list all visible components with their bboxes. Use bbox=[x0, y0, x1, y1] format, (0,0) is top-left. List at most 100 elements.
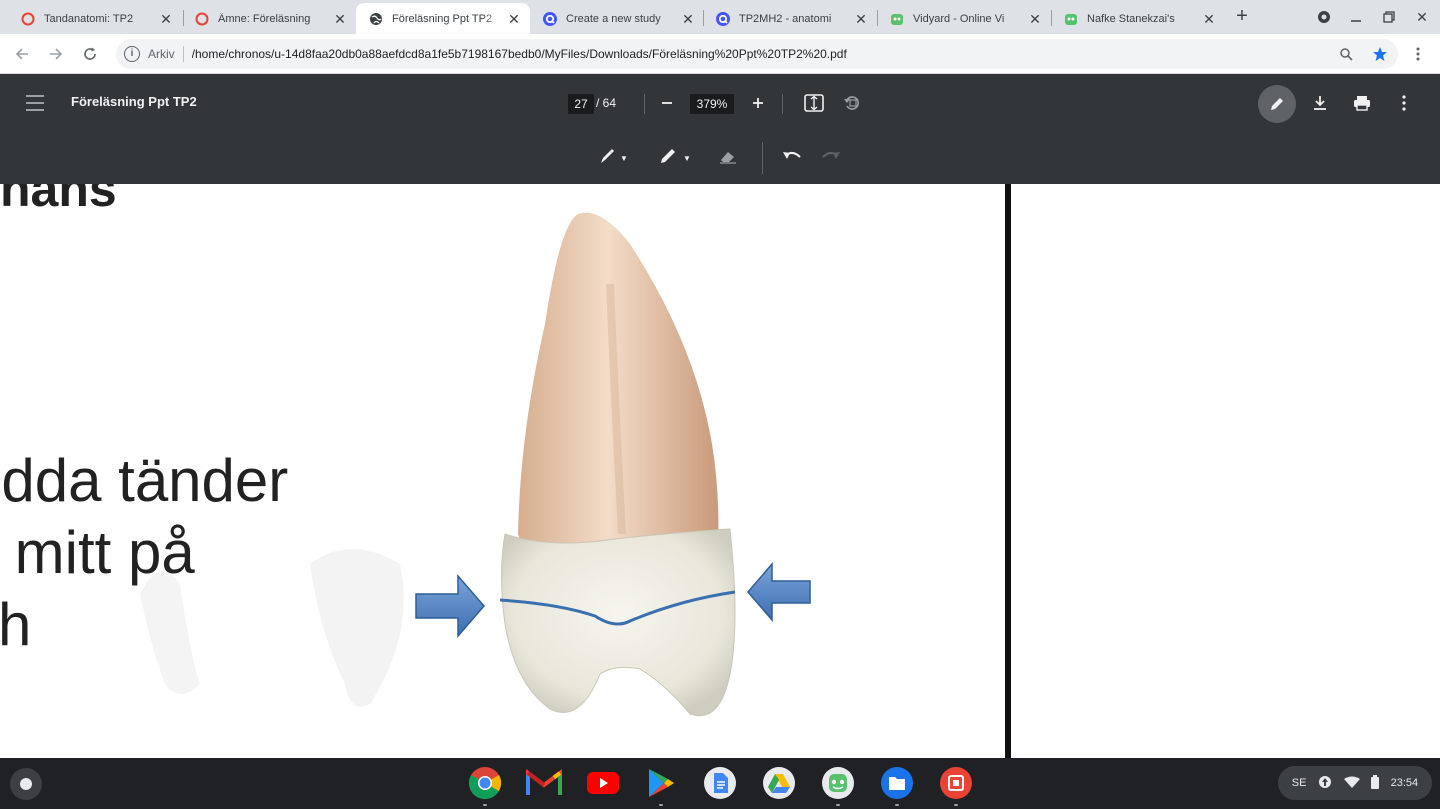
slide-text-line: ch bbox=[0, 591, 32, 658]
running-indicator bbox=[836, 804, 840, 806]
minimize-button[interactable] bbox=[1345, 6, 1367, 28]
print-icon[interactable] bbox=[1351, 92, 1373, 114]
file-scheme-chip: Arkiv bbox=[148, 47, 175, 61]
close-tab-icon[interactable]: ✕ bbox=[853, 11, 869, 27]
tab-title: Create a new study bbox=[566, 12, 661, 25]
zoom-in-button[interactable] bbox=[747, 92, 769, 114]
close-tab-icon[interactable]: ✕ bbox=[1201, 11, 1217, 27]
tab-tp2mh2-anatomi[interactable]: TP2MH2 - anatomi ✕ bbox=[703, 3, 877, 34]
browser-toolbar: i Arkiv /home/chronos/u-14d8faa20db0a88a… bbox=[0, 34, 1440, 74]
running-indicator bbox=[659, 804, 663, 806]
pdf-page: hans edda tänder s mitt på ch bbox=[0, 184, 1005, 758]
tab-strip: Tandanatomi: TP2 ✕ Ämne: Föreläsning ✕ F… bbox=[0, 0, 1440, 34]
zoom-out-button[interactable] bbox=[656, 92, 678, 114]
close-tab-icon[interactable]: ✕ bbox=[506, 11, 522, 27]
launcher-button[interactable] bbox=[10, 768, 42, 800]
download-icon[interactable] bbox=[1309, 92, 1331, 114]
tab-create-study-set[interactable]: Create a new study ✕ bbox=[530, 3, 704, 34]
eraser-icon bbox=[718, 147, 738, 170]
keyboard-locale: SE bbox=[1291, 777, 1307, 789]
gmail-icon[interactable] bbox=[525, 764, 563, 802]
files-icon[interactable] bbox=[878, 764, 916, 806]
back-button[interactable] bbox=[10, 42, 34, 66]
undo-button[interactable] bbox=[781, 146, 803, 170]
tab-title: Nafke Stanekzai's bbox=[1087, 12, 1175, 25]
clock: 23:54 bbox=[1390, 777, 1419, 789]
page-total: / 64 bbox=[596, 96, 617, 110]
screen-capture-icon[interactable] bbox=[937, 764, 975, 806]
reload-button[interactable] bbox=[78, 42, 102, 66]
more-options-icon[interactable] bbox=[1393, 92, 1415, 114]
address-bar[interactable]: i Arkiv /home/chronos/u-14d8faa20db0a88a… bbox=[116, 39, 1398, 69]
arrow-right-icon bbox=[415, 573, 485, 639]
network-status-icon bbox=[1318, 775, 1332, 792]
arrow-left-icon bbox=[747, 561, 811, 623]
search-icon[interactable] bbox=[1334, 42, 1358, 66]
close-tab-icon[interactable]: ✕ bbox=[158, 11, 174, 27]
tab-title: Tandanatomi: TP2 bbox=[44, 12, 134, 25]
running-indicator bbox=[483, 804, 487, 806]
omnibox-divider bbox=[182, 46, 184, 62]
slide-heading: hans bbox=[0, 184, 117, 217]
play-store-icon[interactable] bbox=[642, 764, 680, 806]
url-text[interactable]: /home/chronos/u-14d8faa20db0a88aefdcd8a1… bbox=[192, 47, 1334, 61]
globe-icon bbox=[368, 11, 384, 27]
zoom-input[interactable]: 379% bbox=[690, 94, 734, 114]
chrome-icon[interactable] bbox=[466, 764, 504, 806]
record-indicator-icon[interactable] bbox=[1313, 6, 1335, 28]
pdf-title: Föreläsning Ppt TP2 bbox=[71, 94, 197, 109]
annotation-toolbar: ▼ ▼ bbox=[0, 132, 1440, 184]
toolbar-divider bbox=[644, 94, 645, 114]
forward-button[interactable] bbox=[44, 42, 68, 66]
tab-forelasning-ppt[interactable]: Föreläsning Ppt TP2 ✕ bbox=[356, 3, 530, 34]
close-tab-icon[interactable]: ✕ bbox=[680, 11, 696, 27]
vidyard-icon bbox=[1063, 11, 1079, 27]
new-tab-button[interactable]: + bbox=[1231, 6, 1253, 28]
sidebar-menu-icon[interactable] bbox=[24, 93, 46, 113]
star-icon[interactable] bbox=[1368, 42, 1392, 66]
quizlet-icon bbox=[542, 11, 558, 27]
vidyard-icon bbox=[889, 11, 905, 27]
tab-amne-forelasning[interactable]: Ämne: Föreläsning ✕ bbox=[182, 3, 356, 34]
tab-title: TP2MH2 - anatomi bbox=[739, 12, 832, 25]
redo-icon bbox=[820, 148, 842, 169]
chromeos-shelf: SE 23:54 bbox=[0, 758, 1440, 809]
redo-button[interactable] bbox=[820, 146, 842, 170]
tab-tandanatomi[interactable]: Tandanatomi: TP2 ✕ bbox=[8, 3, 182, 34]
close-tab-icon[interactable]: ✕ bbox=[332, 11, 348, 27]
tab-vidyard[interactable]: Vidyard - Online Vi ✕ bbox=[877, 3, 1051, 34]
fit-page-icon[interactable] bbox=[803, 92, 825, 114]
pen-tool[interactable]: ▼ bbox=[598, 146, 628, 170]
pen-icon bbox=[598, 147, 616, 170]
restore-button[interactable] bbox=[1378, 6, 1400, 28]
page-number-input[interactable]: 27 bbox=[568, 94, 594, 114]
slide-text-line: edda tänder bbox=[0, 447, 289, 514]
annotate-button[interactable] bbox=[1258, 85, 1296, 123]
tab-title: Vidyard - Online Vi bbox=[913, 12, 1005, 25]
youtube-icon[interactable] bbox=[584, 764, 622, 802]
chevron-down-icon: ▼ bbox=[620, 153, 628, 163]
highlighter-tool[interactable]: ▼ bbox=[659, 146, 691, 170]
close-tab-icon[interactable]: ✕ bbox=[1027, 11, 1043, 27]
eraser-tool[interactable] bbox=[718, 146, 738, 170]
wifi-icon bbox=[1343, 776, 1360, 791]
tab-title: Föreläsning Ppt TP2 bbox=[392, 12, 493, 25]
battery-icon bbox=[1371, 774, 1380, 792]
chrome-menu-icon[interactable] bbox=[1406, 42, 1430, 66]
running-indicator bbox=[895, 804, 899, 806]
quizlet-icon bbox=[715, 11, 731, 27]
tooth-illustration bbox=[415, 212, 811, 716]
status-tray[interactable]: SE 23:54 bbox=[1278, 766, 1432, 800]
faint-tooth-silhouette bbox=[140, 549, 404, 707]
site-info-icon[interactable]: i bbox=[124, 46, 140, 62]
drive-icon[interactable] bbox=[760, 764, 798, 802]
close-window-button[interactable]: ✕ bbox=[1411, 6, 1433, 28]
highlighter-icon bbox=[659, 147, 679, 170]
vidyard-icon[interactable] bbox=[819, 764, 857, 806]
red-circle-icon bbox=[20, 11, 36, 27]
docs-icon[interactable] bbox=[701, 764, 739, 802]
undo-icon bbox=[781, 148, 803, 169]
toolbar-divider bbox=[782, 94, 783, 114]
tab-nafke-stanekzai[interactable]: Nafke Stanekzai's ✕ bbox=[1051, 3, 1225, 34]
rotate-icon[interactable] bbox=[841, 92, 863, 114]
